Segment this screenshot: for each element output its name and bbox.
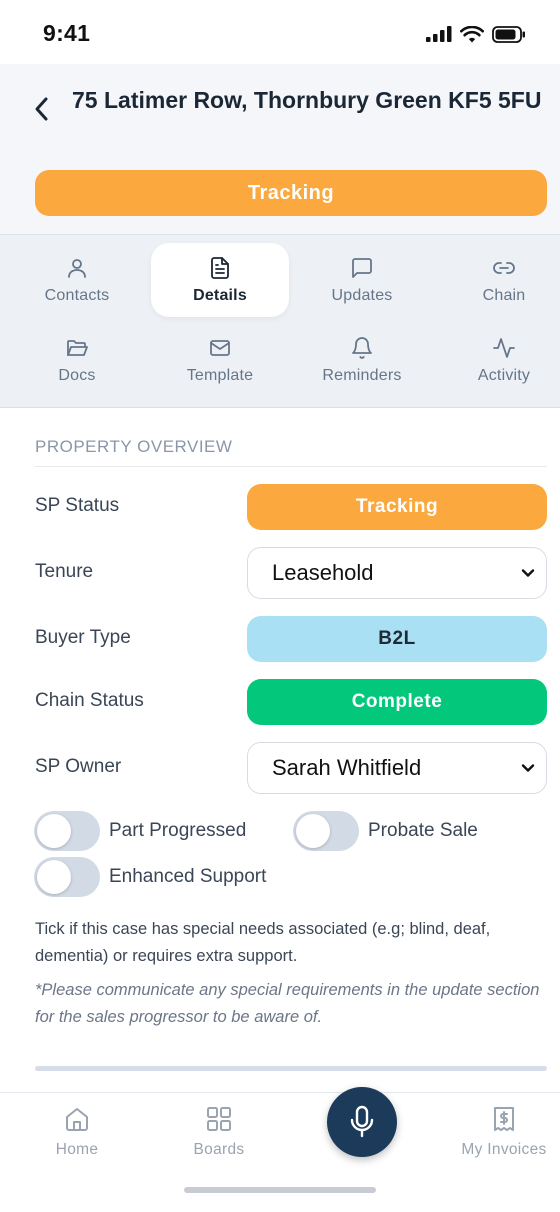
- toggle-knob: [37, 814, 71, 848]
- part-progressed-label: Part Progressed: [109, 820, 247, 841]
- battery-icon: [492, 25, 525, 43]
- tab-label: Template: [186, 366, 254, 384]
- activity-icon: [493, 337, 515, 358]
- header-status-button[interactable]: Tracking: [35, 170, 547, 216]
- tab-label: Reminders: [322, 366, 402, 384]
- probate-sale-label: Probate Sale: [368, 820, 478, 841]
- message-icon: [352, 257, 372, 278]
- chevron-down-icon: [521, 569, 535, 577]
- tenure-label: Tenure: [35, 561, 94, 582]
- property-address: 75 Latimer Row, Thornbury Green KF5 5FU: [72, 87, 542, 113]
- receipt-icon: [494, 1107, 514, 1131]
- tab-contacts[interactable]: Contacts: [8, 243, 146, 317]
- enhanced-support-label: Enhanced Support: [109, 866, 267, 887]
- mail-icon: [210, 339, 230, 356]
- enhanced-support-toggle[interactable]: [34, 857, 100, 897]
- scroll-divider: [35, 1066, 547, 1071]
- nav-label: Home: [55, 1141, 99, 1158]
- tab-label: Chain: [482, 286, 526, 304]
- back-button[interactable]: [28, 94, 54, 124]
- help-text: Tick if this case has special needs asso…: [35, 920, 491, 965]
- tab-updates[interactable]: Updates: [293, 243, 431, 317]
- bottom-nav: Home Boards My Invoices: [0, 1087, 560, 1212]
- tenure-select[interactable]: Leasehold: [247, 547, 547, 599]
- tab-label: Contacts: [44, 286, 110, 304]
- grid-icon: [207, 1107, 231, 1131]
- tab-details[interactable]: Details: [151, 243, 289, 317]
- document-icon: [211, 256, 229, 279]
- nav-boards[interactable]: Boards: [164, 1105, 274, 1159]
- bell-icon: [352, 336, 372, 359]
- section-title: PROPERTY OVERVIEW: [35, 437, 233, 456]
- tab-label: Details: [193, 286, 247, 304]
- sp-status-button[interactable]: Tracking: [247, 484, 547, 530]
- home-indicator: [184, 1187, 376, 1193]
- status-icons: [426, 24, 526, 44]
- sp-owner-label: SP Owner: [35, 756, 122, 777]
- folder-icon: [67, 339, 88, 356]
- section-divider: [35, 466, 547, 467]
- status-bar: 9:41: [0, 0, 560, 64]
- tab-label: Docs: [58, 366, 96, 384]
- chain-status-label: Chain Status: [35, 690, 144, 711]
- tab-docs[interactable]: Docs: [8, 323, 146, 397]
- tab-chain[interactable]: Chain: [435, 243, 560, 317]
- case-tabs: Contacts Details Updates Chain Docs Temp…: [0, 234, 560, 408]
- chevron-down-icon: [521, 764, 535, 772]
- tab-reminders[interactable]: Reminders: [293, 323, 431, 397]
- sp-status-label: SP Status: [35, 495, 120, 516]
- sp-owner-value: Sarah Whitfield: [272, 755, 422, 780]
- case-header: 75 Latimer Row, Thornbury Green KF5 5FU …: [0, 64, 560, 234]
- chain-status-button[interactable]: Complete: [247, 679, 547, 725]
- link-icon: [493, 261, 515, 274]
- microphone-icon: [350, 1105, 374, 1138]
- nav-my-invoices[interactable]: My Invoices: [449, 1105, 559, 1159]
- sp-owner-select[interactable]: Sarah Whitfield: [247, 742, 547, 794]
- note-text: *Please communicate any special requirem…: [35, 981, 540, 1026]
- buyer-type-button[interactable]: B2L: [247, 616, 547, 662]
- signal-icon: [426, 26, 452, 42]
- toggle-knob: [296, 814, 330, 848]
- tab-template[interactable]: Template: [151, 323, 289, 397]
- chevron-left-icon: [35, 97, 48, 121]
- voice-record-button[interactable]: [327, 1087, 397, 1157]
- person-icon: [68, 258, 86, 278]
- nav-home[interactable]: Home: [22, 1105, 132, 1159]
- probate-sale-toggle[interactable]: [293, 811, 359, 851]
- tab-activity[interactable]: Activity: [435, 323, 560, 397]
- buyer-type-label: Buyer Type: [35, 627, 131, 648]
- status-time: 9:41: [43, 20, 91, 46]
- nav-label: Boards: [193, 1141, 245, 1158]
- nav-label: My Invoices: [461, 1141, 547, 1158]
- wifi-icon: [460, 25, 484, 42]
- home-icon: [66, 1108, 88, 1131]
- tenure-value: Leasehold: [272, 560, 374, 585]
- tab-label: Updates: [331, 286, 393, 304]
- toggle-knob: [37, 860, 71, 894]
- tab-label: Activity: [477, 366, 531, 384]
- part-progressed-toggle[interactable]: [34, 811, 100, 851]
